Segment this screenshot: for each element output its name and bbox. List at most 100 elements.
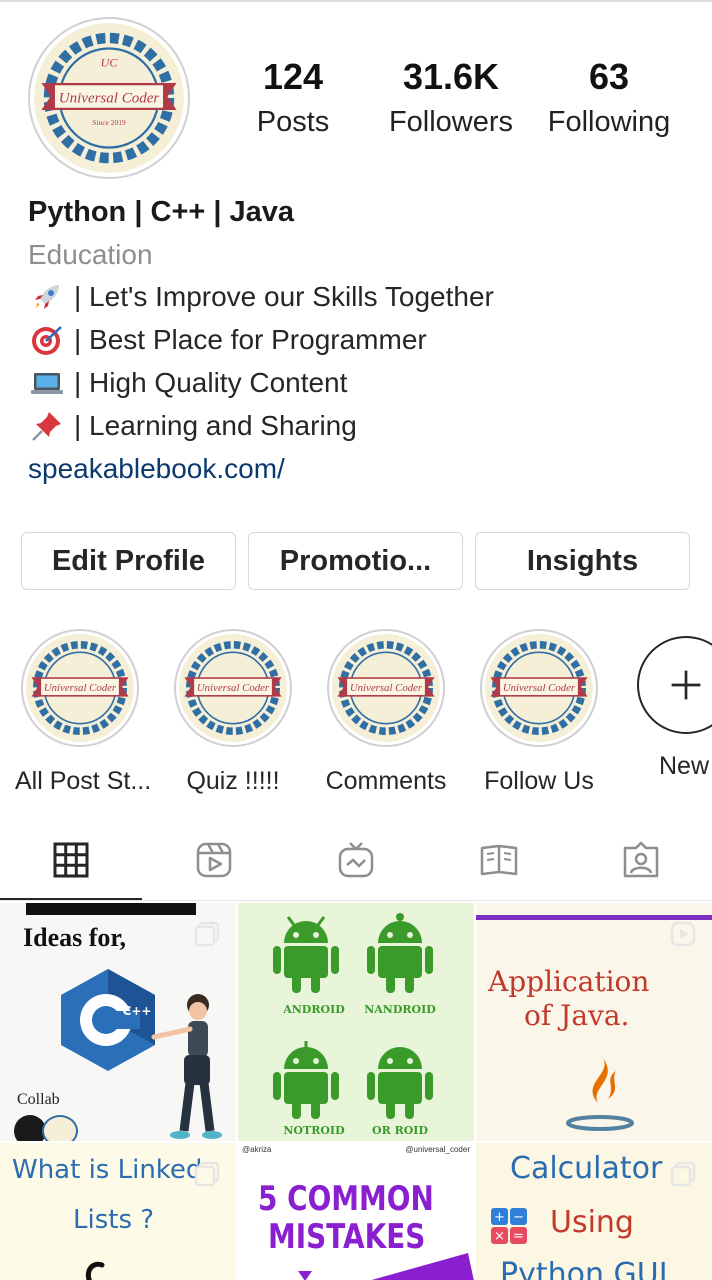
reel-icon: [670, 921, 696, 947]
post-thumbnail[interactable]: Calculator + − × = Using Python GUI: [476, 1143, 712, 1280]
profile-stats: 124 Posts 31.6K Followers 63 Following: [230, 56, 700, 156]
post-title: Calculator: [510, 1151, 663, 1186]
profile-avatar[interactable]: Universal Coder UC Since 2019: [28, 17, 190, 179]
stat-value: 31.6K: [402, 56, 500, 97]
highlight-label: Quiz !!!!!: [186, 767, 280, 795]
universal-coder-logo: Universal Coder: [485, 634, 593, 742]
svg-text:=: =: [513, 1229, 524, 1244]
post-subtitle: Lists ?: [73, 1205, 155, 1235]
android-variants-graphic: ANDROID NANDROID NOTROID OR ROID: [273, 913, 436, 1137]
post-title: What is Linked: [12, 1155, 203, 1185]
highlight-cover: Universal Coder: [21, 629, 139, 747]
highlight-label: Comments: [325, 767, 447, 795]
rocket-icon: [28, 279, 68, 315]
highlight-quiz[interactable]: Universal Coder Quiz !!!!!: [168, 629, 298, 796]
post-thumbnail[interactable]: Ideas for, C++ Collab: [0, 903, 236, 1141]
profile-website-link[interactable]: speakablebook.com/: [28, 447, 698, 491]
svg-text:OR ROID: OR ROID: [372, 1124, 428, 1137]
following-count[interactable]: 63 Following: [534, 56, 684, 140]
posts-count[interactable]: 124 Posts: [218, 56, 368, 140]
post-subtitle: Using: [550, 1205, 634, 1240]
bio-text: | Best Place for Programmer: [74, 324, 427, 355]
post-accent-bar: [476, 915, 712, 920]
promotions-button[interactable]: Promotio...: [248, 532, 463, 590]
bio-line: | Learning and Sharing: [28, 404, 698, 447]
highlight-label: All Post St...: [15, 767, 152, 795]
stat-value: 63: [588, 56, 630, 97]
highlight-label: Follow Us: [484, 767, 594, 795]
insights-button[interactable]: Insights: [475, 532, 690, 590]
svg-text:ANDROID: ANDROID: [282, 1003, 345, 1016]
post-title: Application: [488, 965, 650, 998]
svg-text:Since 2019: Since 2019: [92, 118, 126, 127]
bio-line: | Let's Improve our Skills Together: [28, 275, 698, 318]
svg-text:C++: C++: [123, 1004, 152, 1018]
grid-icon: [53, 842, 89, 878]
profile-category: Education: [28, 239, 153, 270]
java-logo-icon: [566, 1057, 634, 1131]
post-thumbnail[interactable]: What is Linked Lists ?: [0, 1143, 236, 1280]
tab-divider: [0, 900, 712, 901]
stat-value: 124: [262, 56, 324, 97]
tab-posts-grid[interactable]: [49, 838, 93, 882]
post-title: 5 COMMON: [258, 1179, 434, 1219]
highlight-cover: Universal Coder: [480, 629, 598, 747]
followers-count[interactable]: 31.6K Followers: [376, 56, 526, 140]
svg-text:NOTROID: NOTROID: [283, 1124, 345, 1137]
tab-tagged[interactable]: [619, 838, 663, 882]
universal-coder-logo: Universal Coder UC Since 2019: [34, 23, 184, 173]
svg-text:Universal Coder: Universal Coder: [197, 682, 270, 694]
svg-text:NANDROID: NANDROID: [364, 1003, 436, 1016]
post-handle: @akriza: [242, 1145, 272, 1154]
post-thumbnail[interactable]: @akriza @universal_coder 5 COMMON MISTAK…: [238, 1143, 474, 1280]
bio-text: | Let's Improve our Skills Together: [74, 281, 494, 312]
status-divider: [0, 0, 712, 2]
highlight-cover: Universal Coder: [327, 629, 445, 747]
universal-coder-logo: Universal Coder: [26, 634, 134, 742]
highlight-all-post-stories[interactable]: Universal Coder All Post St...: [15, 629, 152, 796]
laptop-icon: [28, 365, 68, 401]
svg-text:Universal Coder: Universal Coder: [59, 91, 160, 107]
guides-icon: [480, 844, 518, 876]
bio-text: | Learning and Sharing: [74, 410, 357, 441]
pushpin-icon: [28, 408, 68, 444]
post-thumbnail[interactable]: Application of Java.: [476, 903, 712, 1141]
android-robot-icon: [273, 1041, 339, 1119]
collab-avatar: [42, 1115, 78, 1141]
bio-line: | High Quality Content: [28, 361, 698, 404]
profile-bio: Python | C++ | Java Education | Let's Im…: [28, 193, 698, 491]
tab-reels[interactable]: [192, 838, 236, 882]
post-subtitle: of Java.: [524, 999, 630, 1032]
stat-label: Followers: [388, 106, 514, 138]
post-decoration: [298, 1253, 474, 1280]
multiple-posts-icon: [670, 1161, 696, 1187]
new-highlight-button[interactable]: New: [637, 636, 712, 781]
igtv-icon: [338, 842, 374, 878]
universal-coder-logo: Universal Coder: [332, 634, 440, 742]
multiple-posts-icon: [194, 1161, 220, 1187]
highlight-follow-us[interactable]: Universal Coder Follow Us: [474, 629, 604, 796]
edit-profile-button[interactable]: Edit Profile: [21, 532, 236, 590]
svg-text:Universal Coder: Universal Coder: [350, 682, 423, 694]
android-robot-icon: [367, 913, 433, 993]
svg-text:Universal Coder: Universal Coder: [44, 682, 117, 694]
svg-text:−: −: [513, 1210, 524, 1225]
plus-icon: [671, 670, 701, 700]
calculator-icon: + − × =: [491, 1208, 527, 1244]
svg-text:UC: UC: [101, 56, 119, 70]
reels-icon: [196, 842, 232, 878]
bio-text: | High Quality Content: [74, 367, 348, 398]
target-icon: [28, 322, 68, 358]
universal-coder-logo: Universal Coder: [179, 634, 287, 742]
stat-label: Posts: [256, 106, 330, 138]
post-footer-text: Collab: [17, 1091, 60, 1108]
post-title-banner: [26, 903, 196, 915]
tab-guides[interactable]: [477, 838, 521, 882]
post-thumbnail[interactable]: ANDROID NANDROID NOTROID OR ROID: [238, 903, 474, 1141]
tab-igtv[interactable]: [334, 838, 378, 882]
highlight-label: New: [659, 752, 710, 780]
cpp-logo-icon: C++: [61, 969, 155, 1071]
android-robot-icon: [367, 1047, 433, 1119]
svg-text:×: ×: [494, 1229, 505, 1244]
highlight-comments[interactable]: Universal Coder Comments: [321, 629, 451, 796]
